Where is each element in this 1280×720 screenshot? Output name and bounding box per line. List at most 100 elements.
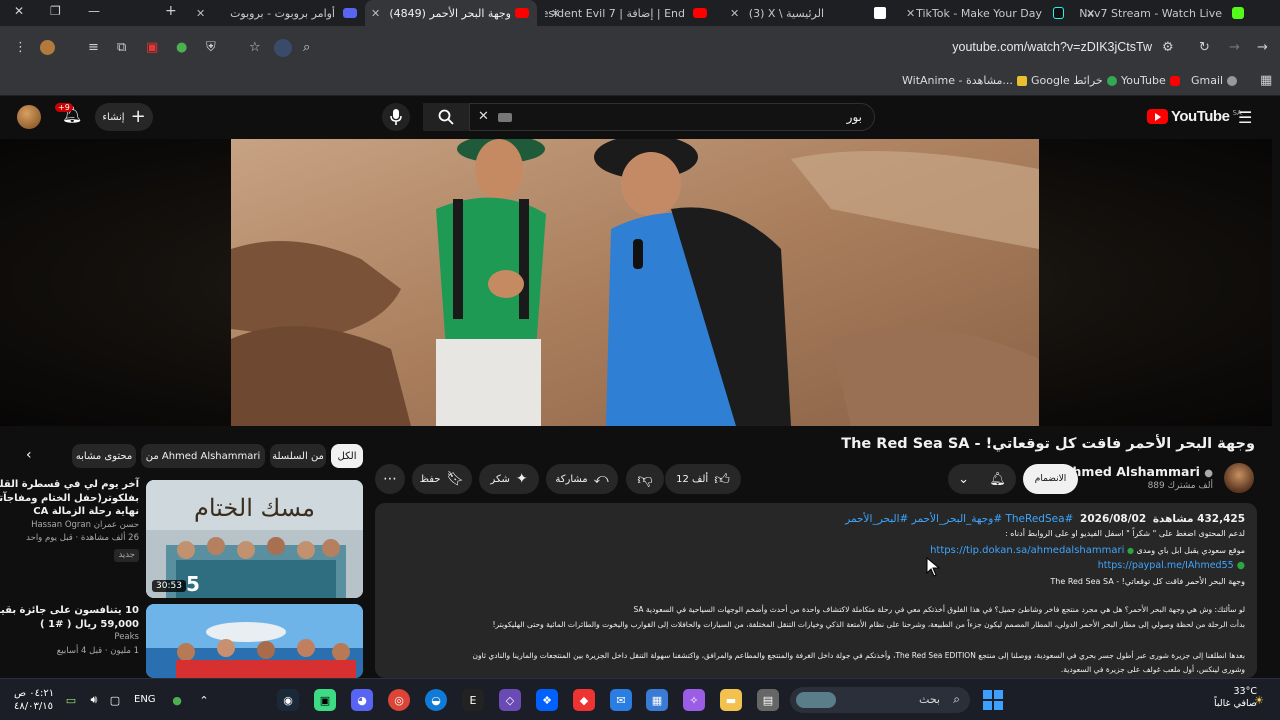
- search-input[interactable]: ✕ بور: [469, 103, 875, 131]
- mic-tray-icon[interactable]: ●: [166, 689, 188, 711]
- tab-close-icon[interactable]: ✕: [906, 7, 915, 20]
- reload-icon[interactable]: ↻: [1199, 40, 1210, 55]
- bookmark-maps[interactable]: Google خرائط: [1031, 74, 1117, 87]
- edge-icon[interactable]: ◒: [425, 689, 447, 711]
- shield-icon[interactable]: ⛨: [206, 40, 216, 55]
- volume-icon[interactable]: 🔊︎: [83, 689, 105, 711]
- address-bar[interactable]: youtube.com/watch?v=zDIK3jCtsTw: [952, 40, 1152, 54]
- network-icon[interactable]: ▢: [104, 689, 126, 711]
- hamburger-menu-icon[interactable]: ☰: [1238, 108, 1252, 127]
- chip-channel[interactable]: من Ahmed Alshammari: [141, 444, 265, 468]
- subscriber-count: 889 ألف مشترك: [1147, 481, 1213, 491]
- battery-icon[interactable]: ▭: [60, 689, 82, 711]
- tab-6[interactable]: ✕ Nxv7 Stream - Watch Live: [1080, 0, 1252, 26]
- thanks-button[interactable]: شكر ✦: [479, 464, 539, 494]
- tray-expand-icon[interactable]: ⌃: [193, 689, 215, 711]
- search-button[interactable]: [423, 103, 469, 131]
- taskbar-search[interactable]: بحث ⌕: [790, 687, 970, 713]
- lens-icon[interactable]: [274, 39, 292, 57]
- description-box[interactable]: 432,425 مشاهدة 2026/08/02 #TheRedSea #وج…: [375, 503, 1257, 678]
- back-icon[interactable]: →: [1257, 40, 1268, 55]
- rec-thumbnail-1[interactable]: مسك الختام 5 30:53: [146, 480, 363, 598]
- profile-avatar-icon[interactable]: [40, 40, 55, 55]
- new-tab-icon[interactable]: +: [165, 3, 177, 19]
- video-frame[interactable]: [231, 139, 1039, 426]
- media-control-icon[interactable]: ≡: [88, 40, 99, 55]
- app-icon[interactable]: ▤: [757, 689, 779, 711]
- tab-close-icon[interactable]: ✕: [196, 7, 205, 20]
- account-avatar[interactable]: [17, 105, 41, 129]
- chevron-left-icon[interactable]: ‹: [26, 447, 32, 463]
- bookmark-youtube[interactable]: YouTube: [1121, 74, 1180, 87]
- share-icon: ⤺: [593, 471, 609, 487]
- tab-4[interactable]: ✕ (3) X \ الرئيسية: [724, 0, 894, 26]
- tab-close-icon[interactable]: ✕: [730, 7, 739, 20]
- channel-avatar[interactable]: [1224, 463, 1254, 493]
- clear-search-icon[interactable]: ✕: [478, 109, 489, 124]
- clock-time: ٠٤:٢١ ص: [14, 688, 55, 699]
- chip-related[interactable]: محتوى مشابه: [72, 444, 136, 468]
- video-duration: 30:53: [152, 580, 186, 592]
- clock[interactable]: ٠٤:٢١ ص ٤٨/٠٣/١٥: [14, 687, 54, 713]
- rec-meta-2[interactable]: 10 يتنافسون على جائزة بقيمة 59,000 ريال …: [0, 604, 139, 658]
- save-button[interactable]: حفظ 🔖︎: [412, 464, 472, 494]
- paypal-link[interactable]: https://paypal.me/IAhmed55: [1098, 560, 1234, 571]
- site-settings-icon[interactable]: ⚙: [1162, 40, 1174, 55]
- keyboard-icon[interactable]: [498, 113, 512, 122]
- zoom-icon[interactable]: ⌕: [303, 40, 310, 55]
- upload-date: 2026/08/02: [1080, 513, 1147, 525]
- tab-2[interactable]: ✕ (4849) وجهة البحر الأحمر: [365, 0, 537, 26]
- like-button[interactable]: 12 ألف 👍︎: [665, 464, 741, 494]
- dropbox-icon[interactable]: ❖: [536, 689, 558, 711]
- app-icon[interactable]: ◆: [573, 689, 595, 711]
- discord-icon[interactable]: ◕: [351, 689, 373, 711]
- youtube-logo[interactable]: YouTube SA: [1147, 108, 1242, 125]
- bookmark-gmail[interactable]: Gmail: [1191, 74, 1238, 87]
- subscription-bell-button[interactable]: ⌄ 🔔︎: [948, 464, 1016, 494]
- create-button[interactable]: إنشاء +: [95, 103, 153, 131]
- file-explorer-icon[interactable]: ▬: [720, 689, 742, 711]
- rec-thumbnail-2[interactable]: [146, 604, 363, 678]
- voice-search-button[interactable]: [382, 103, 410, 131]
- rec-meta-1[interactable]: آخر يوم لي في قسطرة القلب بفلكوتر(حفل ال…: [0, 478, 139, 563]
- hashtags[interactable]: #TheRedSea #وجهة_البحر_الأحمر #البحر_الأ…: [845, 513, 1073, 525]
- extension-badge-icon[interactable]: ●: [176, 40, 187, 55]
- bookmark-witanime[interactable]: WitAnime - مشاهدة...: [902, 74, 1027, 87]
- bookmark-label: YouTube: [1121, 74, 1166, 87]
- share-button[interactable]: مشاركة ⤺: [546, 464, 618, 494]
- chrome-icon[interactable]: ◎: [388, 689, 410, 711]
- bookmark-star-icon[interactable]: ☆: [249, 40, 261, 55]
- copilot-icon[interactable]: ✧: [683, 689, 705, 711]
- menu-dots-icon[interactable]: ⋮: [14, 40, 27, 55]
- join-button[interactable]: الانضمام: [1023, 464, 1078, 494]
- channel-name[interactable]: Ahmed Alshammari ●: [1063, 464, 1213, 479]
- tip-link[interactable]: https://tip.dokan.sa/ahmedalshammari: [930, 545, 1124, 556]
- description-line: ● https://paypal.me/IAhmed55: [1098, 560, 1245, 571]
- app-icon[interactable]: ▣: [314, 689, 336, 711]
- language-indicator[interactable]: ENG: [134, 694, 156, 705]
- chip-all[interactable]: الكل: [331, 444, 363, 468]
- extensions-icon[interactable]: ⧉: [117, 40, 126, 55]
- more-actions-button[interactable]: ⋯: [375, 464, 405, 494]
- store-icon[interactable]: ▦: [646, 689, 668, 711]
- create-label: إنشاء: [102, 111, 125, 123]
- chip-series[interactable]: من السلسلة: [270, 444, 326, 468]
- tab-close-icon[interactable]: ✕: [371, 7, 380, 20]
- dislike-button[interactable]: 👎︎: [626, 464, 664, 494]
- extension-icon[interactable]: ▣: [146, 40, 158, 55]
- description-paragraph: لو سألتك: وش هي وجهة البحر الأحمر؟ هل هي…: [633, 605, 1245, 614]
- app-icon[interactable]: ◇: [499, 689, 521, 711]
- tab-1[interactable]: ✕ أوامر بروبوت - بروبوت: [190, 0, 365, 26]
- steam-icon[interactable]: ◉: [277, 689, 299, 711]
- forward-icon[interactable]: →: [1229, 40, 1240, 55]
- epic-games-icon[interactable]: E: [462, 689, 484, 711]
- close-window-icon[interactable]: ✕: [14, 4, 24, 18]
- video-player[interactable]: [0, 139, 1272, 426]
- tab-5[interactable]: ✕ TikTok - Make Your Day: [900, 0, 1072, 26]
- outlook-icon[interactable]: ✉: [610, 689, 632, 711]
- restore-window-icon[interactable]: ❐: [50, 4, 61, 18]
- apps-grid-icon[interactable]: ▦: [1260, 73, 1272, 88]
- tab-3[interactable]: ✕ Resident Evil 7 | إضافة | End: [545, 0, 715, 26]
- minimize-window-icon[interactable]: —: [88, 4, 100, 18]
- windows-start-icon[interactable]: [982, 689, 1004, 711]
